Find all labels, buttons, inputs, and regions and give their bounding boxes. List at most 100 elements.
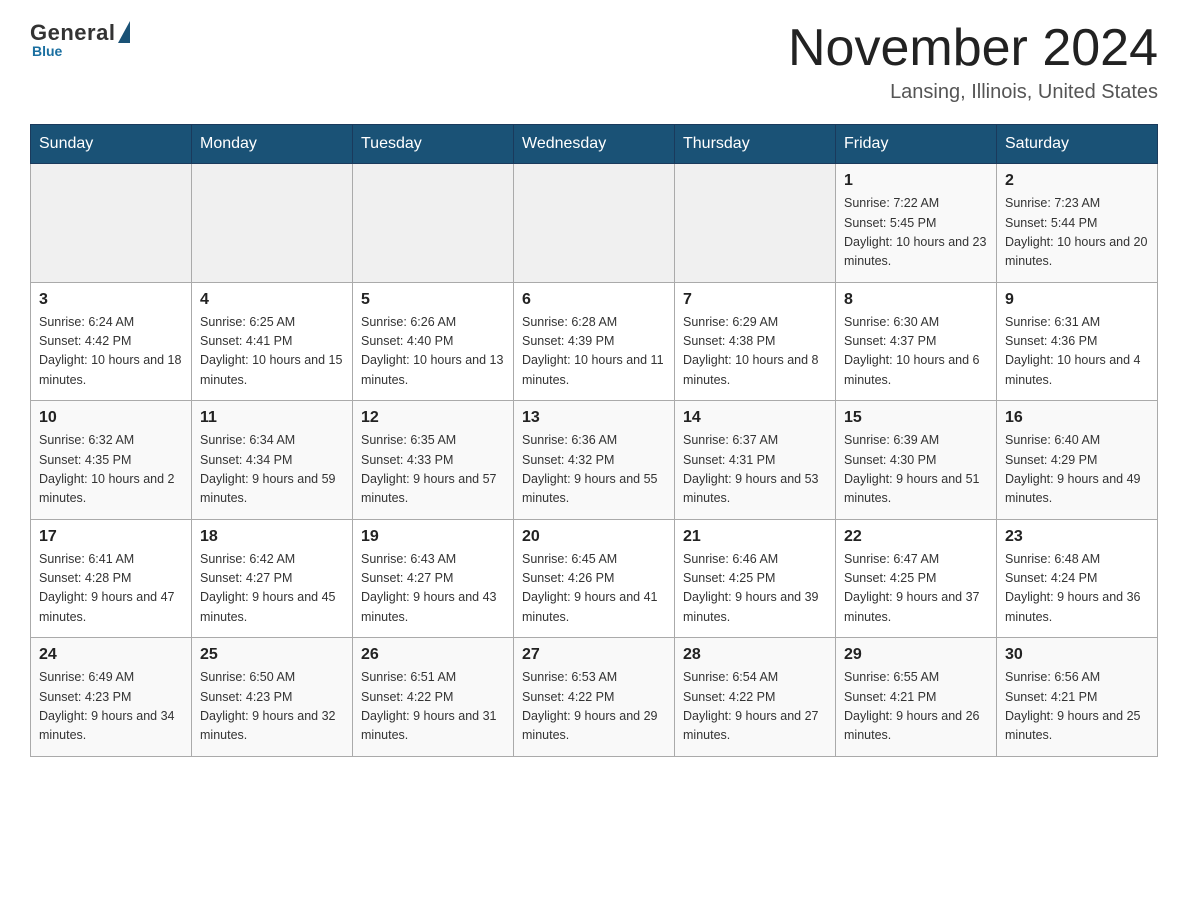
day-number: 25 [200,646,344,664]
calendar-cell: 6Sunrise: 6:28 AM Sunset: 4:39 PM Daylig… [514,282,675,401]
day-info: Sunrise: 6:45 AM Sunset: 4:26 PM Dayligh… [522,550,666,628]
calendar-cell: 9 Sunrise: 6:31 AM Sunset: 4:36 PM Daylig… [997,282,1158,401]
day-number: 3 [39,291,183,309]
day-info: Sunrise: 6:39 AM Sunset: 4:30 PM Dayligh… [844,431,988,509]
calendar-cell: 28 Sunrise: 6:54 AM Sunset: 4:22 PM Dayli… [675,638,836,757]
calendar-title: November 2024 [788,20,1158,77]
calendar-cell: 24Sunrise: 6:49 AM Sunset: 4:23 PM Dayli… [31,638,192,757]
day-info: Sunrise: 6:48 AM Sunset: 4:24 PM Dayligh… [1005,550,1149,628]
calendar-cell: 30 Sunrise: 6:56 AM Sunset: 4:21 PM Dayli… [997,638,1158,757]
calendar-cell: 13 Sunrise: 6:36 AM Sunset: 4:32 PM Dayli… [514,401,675,520]
day-info: Sunrise: 6:35 AM Sunset: 4:33 PM Dayligh… [361,431,505,509]
day-number: 15 [844,409,988,427]
day-number: 19 [361,528,505,546]
day-info: Sunrise: 6:46 AM Sunset: 4:25 PM Dayligh… [683,550,827,628]
calendar-cell: 15 Sunrise: 6:39 AM Sunset: 4:30 PM Dayli… [836,401,997,520]
calendar-cell: 7 Sunrise: 6:29 AM Sunset: 4:38 PM Daylig… [675,282,836,401]
calendar-header-friday: Friday [836,125,997,164]
calendar-cell: 11 Sunrise: 6:34 AM Sunset: 4:34 PM Dayli… [192,401,353,520]
day-number: 20 [522,528,666,546]
calendar-cell [353,164,514,283]
calendar-cell: 21 Sunrise: 6:46 AM Sunset: 4:25 PM Dayli… [675,519,836,638]
day-info: Sunrise: 6:47 AM Sunset: 4:25 PM Dayligh… [844,550,988,628]
calendar-header-row: SundayMondayTuesdayWednesdayThursdayFrid… [31,125,1158,164]
day-info: Sunrise: 6:56 AM Sunset: 4:21 PM Dayligh… [1005,668,1149,746]
calendar-title-section: November 2024 Lansing, Illinois, United … [788,20,1158,104]
day-number: 21 [683,528,827,546]
calendar-header-monday: Monday [192,125,353,164]
calendar-cell: 22Sunrise: 6:47 AM Sunset: 4:25 PM Dayli… [836,519,997,638]
calendar-cell [675,164,836,283]
calendar-cell: 29 Sunrise: 6:55 AM Sunset: 4:21 PM Dayli… [836,638,997,757]
calendar-cell: 27Sunrise: 6:53 AM Sunset: 4:22 PM Dayli… [514,638,675,757]
day-info: Sunrise: 6:49 AM Sunset: 4:23 PM Dayligh… [39,668,183,746]
day-number: 7 [683,291,827,309]
day-number: 14 [683,409,827,427]
day-info: Sunrise: 7:22 AM Sunset: 5:45 PM Dayligh… [844,194,988,272]
day-info: Sunrise: 7:23 AM Sunset: 5:44 PM Dayligh… [1005,194,1149,272]
calendar-header-saturday: Saturday [997,125,1158,164]
calendar-week-row: 3 Sunrise: 6:24 AM Sunset: 4:42 PM Daylig… [31,282,1158,401]
day-info: Sunrise: 6:37 AM Sunset: 4:31 PM Dayligh… [683,431,827,509]
page-header: General Blue November 2024 Lansing, Illi… [30,20,1158,104]
calendar-cell: 25 Sunrise: 6:50 AM Sunset: 4:23 PM Dayli… [192,638,353,757]
day-info: Sunrise: 6:36 AM Sunset: 4:32 PM Dayligh… [522,431,666,509]
calendar-cell [514,164,675,283]
calendar-week-row: 17Sunrise: 6:41 AM Sunset: 4:28 PM Dayli… [31,519,1158,638]
calendar-header-tuesday: Tuesday [353,125,514,164]
day-number: 12 [361,409,505,427]
calendar-cell [31,164,192,283]
calendar-cell: 17Sunrise: 6:41 AM Sunset: 4:28 PM Dayli… [31,519,192,638]
calendar-week-row: 1Sunrise: 7:22 AM Sunset: 5:45 PM Daylig… [31,164,1158,283]
calendar-cell: 26Sunrise: 6:51 AM Sunset: 4:22 PM Dayli… [353,638,514,757]
day-info: Sunrise: 6:40 AM Sunset: 4:29 PM Dayligh… [1005,431,1149,509]
day-number: 23 [1005,528,1149,546]
calendar-week-row: 10Sunrise: 6:32 AM Sunset: 4:35 PM Dayli… [31,401,1158,520]
logo: General Blue [30,20,130,59]
day-number: 29 [844,646,988,664]
day-number: 8 [844,291,988,309]
calendar-header-thursday: Thursday [675,125,836,164]
calendar-cell: 12 Sunrise: 6:35 AM Sunset: 4:33 PM Dayli… [353,401,514,520]
day-info: Sunrise: 6:24 AM Sunset: 4:42 PM Dayligh… [39,313,183,391]
calendar-week-row: 24Sunrise: 6:49 AM Sunset: 4:23 PM Dayli… [31,638,1158,757]
calendar-cell: 23 Sunrise: 6:48 AM Sunset: 4:24 PM Dayli… [997,519,1158,638]
day-info: Sunrise: 6:25 AM Sunset: 4:41 PM Dayligh… [200,313,344,391]
day-number: 6 [522,291,666,309]
calendar-cell: 1Sunrise: 7:22 AM Sunset: 5:45 PM Daylig… [836,164,997,283]
day-info: Sunrise: 6:55 AM Sunset: 4:21 PM Dayligh… [844,668,988,746]
day-info: Sunrise: 6:54 AM Sunset: 4:22 PM Dayligh… [683,668,827,746]
calendar-cell: 16 Sunrise: 6:40 AM Sunset: 4:29 PM Dayli… [997,401,1158,520]
day-info: Sunrise: 6:50 AM Sunset: 4:23 PM Dayligh… [200,668,344,746]
logo-triangle-icon [118,21,130,43]
day-info: Sunrise: 6:34 AM Sunset: 4:34 PM Dayligh… [200,431,344,509]
day-number: 2 [1005,172,1149,190]
logo-blue-text: Blue [32,43,62,59]
day-number: 17 [39,528,183,546]
calendar-cell: 10Sunrise: 6:32 AM Sunset: 4:35 PM Dayli… [31,401,192,520]
day-number: 16 [1005,409,1149,427]
calendar-cell: 19Sunrise: 6:43 AM Sunset: 4:27 PM Dayli… [353,519,514,638]
day-info: Sunrise: 6:29 AM Sunset: 4:38 PM Dayligh… [683,313,827,391]
day-number: 9 [1005,291,1149,309]
day-number: 13 [522,409,666,427]
day-info: Sunrise: 6:26 AM Sunset: 4:40 PM Dayligh… [361,313,505,391]
calendar-table: SundayMondayTuesdayWednesdayThursdayFrid… [30,124,1158,757]
day-number: 28 [683,646,827,664]
day-info: Sunrise: 6:32 AM Sunset: 4:35 PM Dayligh… [39,431,183,509]
calendar-cell: 5 Sunrise: 6:26 AM Sunset: 4:40 PM Daylig… [353,282,514,401]
day-number: 4 [200,291,344,309]
day-info: Sunrise: 6:31 AM Sunset: 4:36 PM Dayligh… [1005,313,1149,391]
day-number: 27 [522,646,666,664]
day-number: 30 [1005,646,1149,664]
day-info: Sunrise: 6:30 AM Sunset: 4:37 PM Dayligh… [844,313,988,391]
calendar-cell: 3 Sunrise: 6:24 AM Sunset: 4:42 PM Daylig… [31,282,192,401]
calendar-header-sunday: Sunday [31,125,192,164]
day-number: 5 [361,291,505,309]
calendar-header-wednesday: Wednesday [514,125,675,164]
calendar-cell [192,164,353,283]
day-info: Sunrise: 6:42 AM Sunset: 4:27 PM Dayligh… [200,550,344,628]
day-number: 11 [200,409,344,427]
day-number: 26 [361,646,505,664]
calendar-subtitle: Lansing, Illinois, United States [788,81,1158,104]
